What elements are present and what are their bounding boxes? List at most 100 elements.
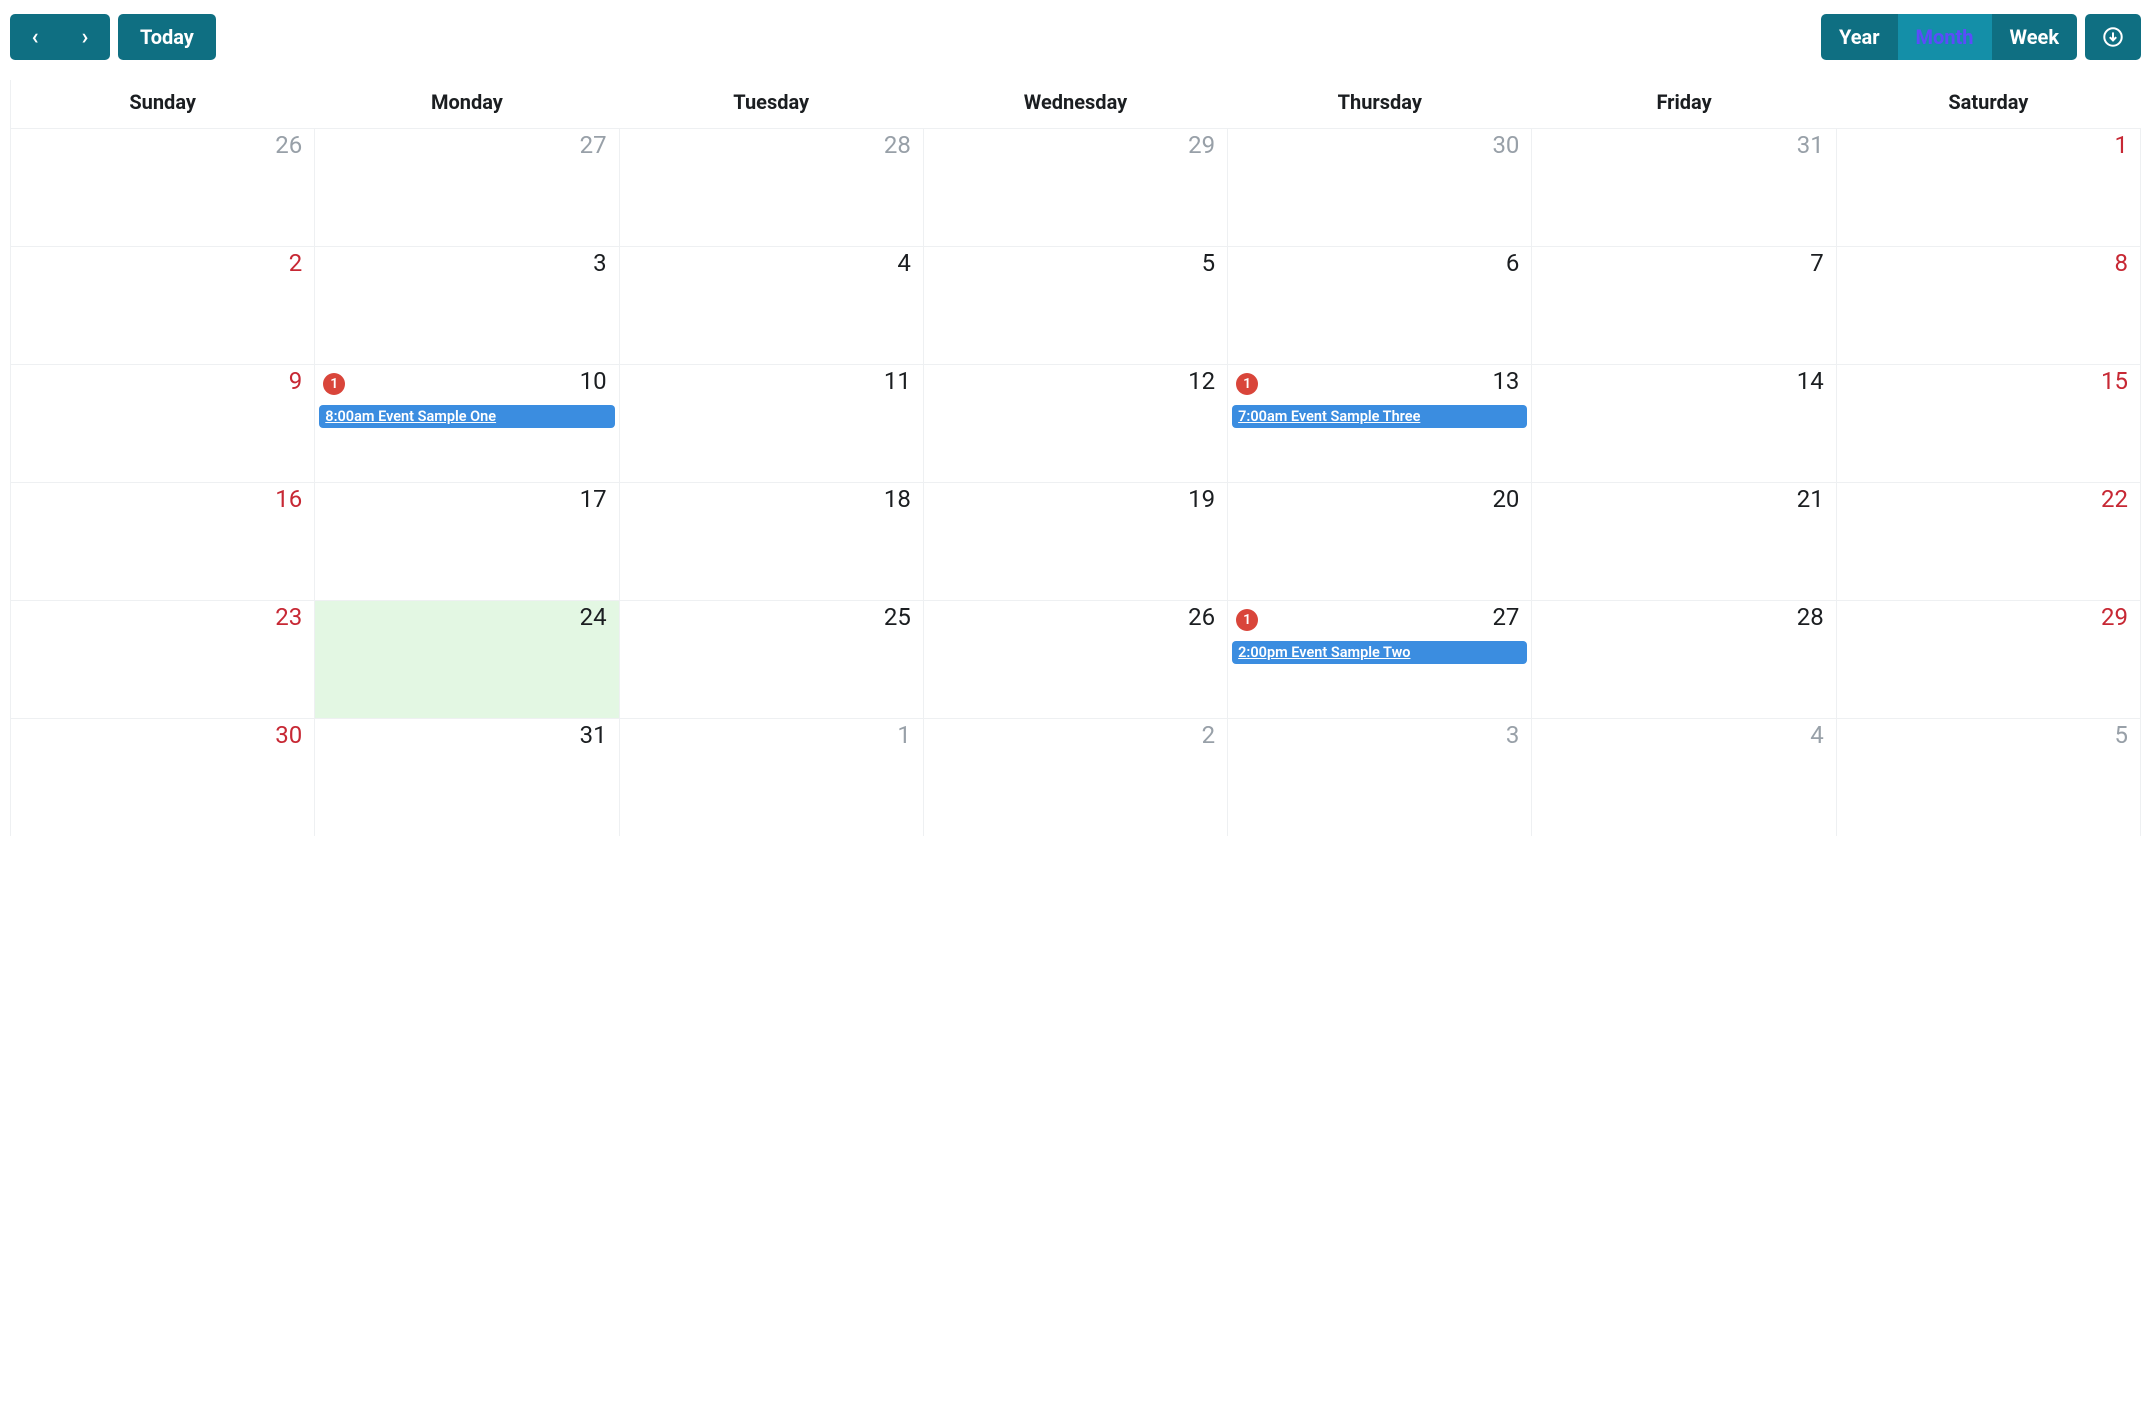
day-cell[interactable]: 25: [620, 600, 924, 718]
today-button[interactable]: Today: [118, 14, 216, 60]
day-number: 15: [2101, 367, 2128, 395]
day-cell[interactable]: 14: [1532, 364, 1836, 482]
day-cell[interactable]: 30: [1228, 128, 1532, 246]
event-chip[interactable]: 2:00pm Event Sample Two: [1232, 641, 1527, 664]
day-number: 30: [275, 721, 302, 749]
day-header: Tuesday: [620, 80, 924, 128]
day-cell[interactable]: 29: [924, 128, 1228, 246]
toolbar-right: Year Month Week: [1821, 14, 2141, 60]
day-header: Thursday: [1228, 80, 1532, 128]
event-chip[interactable]: 8:00am Event Sample One: [319, 405, 614, 428]
day-number: 2: [289, 249, 303, 277]
day-cell[interactable]: 5: [924, 246, 1228, 364]
calendar-grid: SundayMondayTuesdayWednesdayThursdayFrid…: [10, 80, 2141, 836]
day-cell[interactable]: 10 1 8:00am Event Sample One: [315, 364, 619, 482]
day-cell[interactable]: 31: [1532, 128, 1836, 246]
day-cell[interactable]: 7: [1532, 246, 1836, 364]
day-cell[interactable]: 4: [1532, 718, 1836, 836]
day-number: 30: [1492, 131, 1519, 159]
day-cell[interactable]: 11: [620, 364, 924, 482]
day-cell[interactable]: 12: [924, 364, 1228, 482]
day-cell[interactable]: 23: [11, 600, 315, 718]
nav-group: ‹ ›: [10, 14, 110, 60]
day-number: 6: [1506, 249, 1520, 277]
day-number: 19: [1188, 485, 1215, 513]
download-circle-icon: [2102, 26, 2124, 48]
day-cell[interactable]: 27: [315, 128, 619, 246]
day-cell[interactable]: 13 1 7:00am Event Sample Three: [1228, 364, 1532, 482]
day-number: 27: [1492, 603, 1519, 631]
day-cell[interactable]: 24: [315, 600, 619, 718]
day-number: 23: [275, 603, 302, 631]
day-cell[interactable]: 5: [1837, 718, 2141, 836]
view-year-button[interactable]: Year: [1821, 14, 1898, 60]
day-number: 13: [1492, 367, 1519, 395]
day-header: Monday: [315, 80, 619, 128]
day-cell[interactable]: 19: [924, 482, 1228, 600]
day-cell[interactable]: 6: [1228, 246, 1532, 364]
day-number: 5: [2114, 721, 2128, 749]
day-cell[interactable]: 1: [1837, 128, 2141, 246]
day-number: 29: [2101, 603, 2128, 631]
view-switcher: Year Month Week: [1821, 14, 2077, 60]
day-number: 10: [580, 367, 607, 395]
day-header: Friday: [1532, 80, 1836, 128]
day-cell[interactable]: 26: [11, 128, 315, 246]
view-week-button[interactable]: Week: [1992, 14, 2077, 60]
download-button[interactable]: [2085, 14, 2141, 60]
day-cell[interactable]: 3: [315, 246, 619, 364]
day-cell[interactable]: 29: [1837, 600, 2141, 718]
day-number: 26: [1188, 603, 1215, 631]
day-cell[interactable]: 1: [620, 718, 924, 836]
day-cell[interactable]: 31: [315, 718, 619, 836]
day-number: 11: [884, 367, 911, 395]
day-number: 28: [884, 131, 911, 159]
day-cell[interactable]: 4: [620, 246, 924, 364]
day-number: 9: [289, 367, 303, 395]
day-number: 24: [580, 603, 607, 631]
day-header: Wednesday: [924, 80, 1228, 128]
day-number: 1: [2114, 131, 2128, 159]
day-number: 1: [897, 721, 911, 749]
day-number: 31: [1797, 131, 1824, 159]
day-cell[interactable]: 22: [1837, 482, 2141, 600]
day-cell[interactable]: 26: [924, 600, 1228, 718]
day-cell[interactable]: 28: [620, 128, 924, 246]
day-number: 8: [2114, 249, 2128, 277]
event-chip[interactable]: 7:00am Event Sample Three: [1232, 405, 1527, 428]
view-month-button[interactable]: Month: [1898, 14, 1992, 60]
day-number: 12: [1188, 367, 1215, 395]
day-cell[interactable]: 15: [1837, 364, 2141, 482]
event-count-badge: 1: [323, 373, 345, 395]
day-cell[interactable]: 30: [11, 718, 315, 836]
day-number: 18: [884, 485, 911, 513]
next-button[interactable]: ›: [60, 14, 110, 60]
day-number: 27: [580, 131, 607, 159]
prev-button[interactable]: ‹: [10, 14, 60, 60]
event-count-badge: 1: [1236, 373, 1258, 395]
day-cell[interactable]: 3: [1228, 718, 1532, 836]
event-count-badge: 1: [1236, 609, 1258, 631]
day-number: 4: [1810, 721, 1824, 749]
day-number: 14: [1797, 367, 1824, 395]
day-cell[interactable]: 18: [620, 482, 924, 600]
day-number: 21: [1797, 485, 1824, 513]
day-number: 3: [593, 249, 607, 277]
day-number: 22: [2101, 485, 2128, 513]
day-number: 4: [897, 249, 911, 277]
day-cell[interactable]: 16: [11, 482, 315, 600]
day-number: 16: [275, 485, 302, 513]
day-cell[interactable]: 28: [1532, 600, 1836, 718]
day-number: 17: [580, 485, 607, 513]
day-cell[interactable]: 27 1 2:00pm Event Sample Two: [1228, 600, 1532, 718]
day-header: Saturday: [1837, 80, 2141, 128]
day-cell[interactable]: 9: [11, 364, 315, 482]
day-cell[interactable]: 8: [1837, 246, 2141, 364]
day-cell[interactable]: 2: [11, 246, 315, 364]
day-cell[interactable]: 20: [1228, 482, 1532, 600]
day-cell[interactable]: 17: [315, 482, 619, 600]
day-number: 29: [1188, 131, 1215, 159]
day-number: 25: [884, 603, 911, 631]
day-cell[interactable]: 2: [924, 718, 1228, 836]
day-cell[interactable]: 21: [1532, 482, 1836, 600]
